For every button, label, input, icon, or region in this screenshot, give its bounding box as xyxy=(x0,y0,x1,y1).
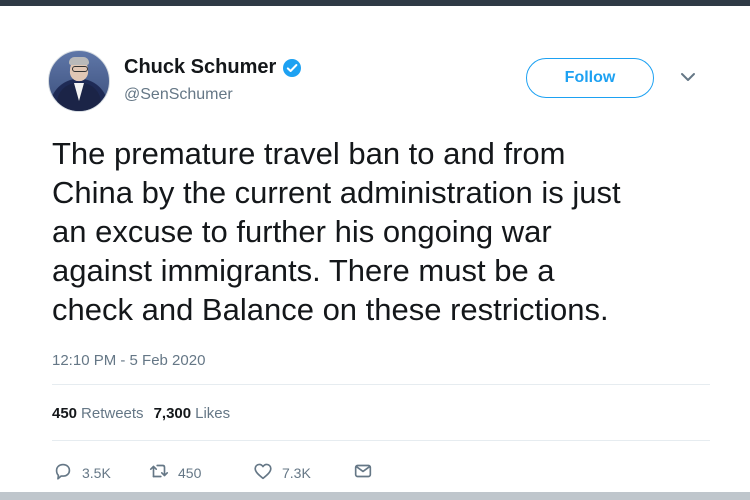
message-button[interactable] xyxy=(352,460,374,485)
author-name-row: Chuck Schumer xyxy=(124,56,302,79)
retweet-button[interactable]: 450 xyxy=(148,460,201,485)
user-handle[interactable]: @SenSchumer xyxy=(124,86,233,104)
bottom-frame-bar xyxy=(0,492,750,500)
tweet-stats: 450 Retweets 7,300 Likes xyxy=(52,405,230,422)
tweet-text: The premature travel ban to and from Chi… xyxy=(52,136,621,327)
like-button[interactable]: 7.3K xyxy=(252,460,311,485)
avatar[interactable] xyxy=(48,50,110,112)
retweets-stat[interactable]: 450 Retweets xyxy=(52,405,144,422)
retweet-icon xyxy=(148,460,170,485)
message-icon xyxy=(352,460,374,485)
retweets-count: 450 xyxy=(52,405,78,422)
retweet-count: 450 xyxy=(178,464,202,481)
likes-stat[interactable]: 7,300 Likes xyxy=(154,405,231,422)
heart-icon xyxy=(252,460,274,485)
retweets-label: Retweets xyxy=(81,405,144,422)
divider xyxy=(52,440,710,441)
reply-icon xyxy=(52,460,74,485)
tweet-card: Chuck Schumer @SenSchumer Follow The pre… xyxy=(0,6,750,492)
likes-label: Likes xyxy=(195,405,231,422)
tweet-timestamp[interactable]: 12:10 PM - 5 Feb 2020 xyxy=(52,352,205,369)
display-name[interactable]: Chuck Schumer xyxy=(124,56,276,79)
chevron-down-icon[interactable] xyxy=(680,70,696,82)
tweet-actions: 3.5K 450 7.3K xyxy=(52,460,452,484)
avatar-hair xyxy=(69,57,89,65)
reply-count: 3.5K xyxy=(82,464,111,481)
like-count: 7.3K xyxy=(282,464,311,481)
reply-button[interactable]: 3.5K xyxy=(52,460,111,485)
divider xyxy=(52,384,710,385)
verified-badge-icon xyxy=(282,58,302,78)
avatar-glasses xyxy=(72,66,88,72)
follow-button[interactable]: Follow xyxy=(526,58,654,98)
likes-count: 7,300 xyxy=(153,405,192,422)
